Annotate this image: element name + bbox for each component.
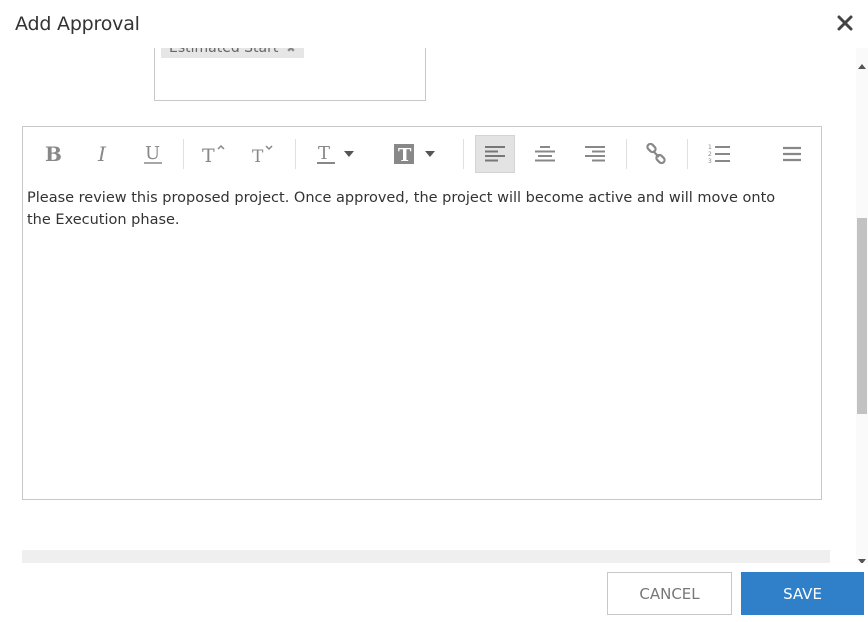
underline-icon[interactable]: U [137, 135, 169, 173]
toolbar-separator [687, 139, 688, 169]
dialog-title: Add Approval [15, 13, 140, 35]
svg-text:T: T [398, 145, 412, 166]
tag-input-box[interactable]: Estimated Start ✖ [154, 48, 426, 101]
svg-text:B: B [45, 143, 62, 165]
dialog-footer: CANCEL SAVE [0, 563, 868, 622]
vertical-scrollbar[interactable] [856, 48, 868, 564]
toolbar-separator [295, 139, 296, 169]
svg-text:T: T [318, 143, 330, 164]
scrollbar-thumb[interactable] [857, 218, 867, 414]
toolbar-separator [463, 139, 464, 169]
italic-icon[interactable]: I [87, 135, 119, 173]
svg-text:1: 1 [708, 144, 712, 151]
toolbar-separator [183, 139, 184, 169]
rich-text-editor: B I U T T T T 1 2 3 Please review this p… [22, 126, 822, 500]
editor-toolbar: B I U T T T T 1 2 3 [23, 127, 821, 179]
font-color-icon[interactable]: T [311, 135, 363, 173]
svg-text:2: 2 [708, 151, 712, 158]
align-left-icon[interactable] [475, 135, 515, 173]
cancel-button[interactable]: CANCEL [607, 572, 732, 615]
scroll-up-icon[interactable] [858, 54, 866, 69]
close-small-icon[interactable]: ✖ [286, 48, 295, 59]
dialog-body: Estimated Start ✖ B I U T T T T 1 2 3 Pl… [0, 48, 856, 563]
ordered-list-icon[interactable]: 123 [699, 135, 739, 173]
save-button[interactable]: SAVE [741, 572, 864, 615]
bold-icon[interactable]: B [37, 135, 69, 173]
tag-chip: Estimated Start ✖ [161, 48, 304, 58]
svg-text:U: U [145, 143, 160, 164]
close-icon[interactable] [836, 14, 854, 32]
more-icon[interactable] [775, 135, 809, 173]
subscript-icon[interactable]: T [245, 135, 281, 173]
superscript-icon[interactable]: T [195, 135, 231, 173]
scroll-down-icon[interactable] [858, 550, 866, 564]
background-color-icon[interactable]: T [389, 135, 443, 173]
link-icon[interactable] [637, 135, 675, 173]
svg-text:I: I [97, 143, 107, 165]
svg-text:T: T [252, 147, 264, 165]
align-center-icon[interactable] [527, 135, 563, 173]
tag-label: Estimated Start [169, 48, 279, 56]
svg-text:3: 3 [708, 158, 712, 165]
toolbar-separator [626, 139, 627, 169]
align-right-icon[interactable] [577, 135, 613, 173]
editor-content[interactable]: Please review this proposed project. Onc… [27, 187, 787, 231]
svg-text:T: T [202, 145, 215, 165]
section-header [22, 550, 830, 563]
